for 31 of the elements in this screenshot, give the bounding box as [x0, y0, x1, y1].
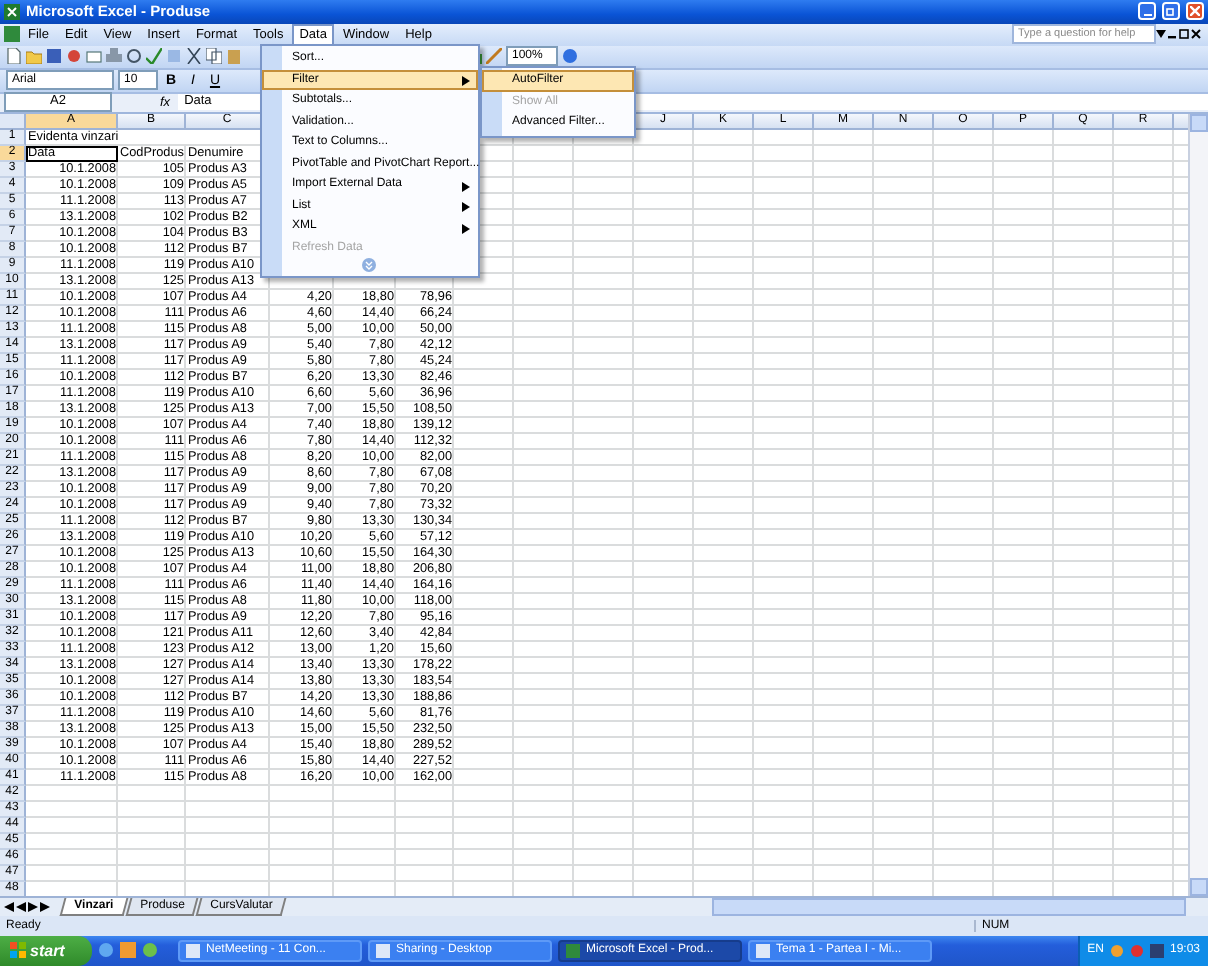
- network-icon[interactable]: [142, 942, 158, 959]
- folder-icon[interactable]: [26, 48, 42, 65]
- close-button[interactable]: [1186, 2, 1204, 21]
- windows-logo-icon: [10, 942, 26, 959]
- workbook-icon[interactable]: [4, 26, 20, 43]
- spelling-icon[interactable]: [146, 48, 162, 65]
- submenu-arrow-icon: [462, 76, 470, 86]
- drawing-icon[interactable]: [486, 48, 502, 65]
- window-icon: [186, 943, 200, 958]
- excel-icon: [4, 3, 20, 20]
- vertical-scrollbar[interactable]: [1188, 113, 1208, 896]
- help-icon[interactable]: [562, 48, 578, 65]
- window-icon: [376, 943, 390, 958]
- window-icon: [566, 943, 580, 958]
- dropdown-icon[interactable]: [1156, 30, 1166, 39]
- start-button[interactable]: start: [0, 935, 92, 966]
- browser-icon[interactable]: [98, 942, 114, 959]
- horizontal-scrollbar[interactable]: [712, 898, 1186, 916]
- minimize-button[interactable]: [1138, 2, 1156, 21]
- new-document-icon[interactable]: [6, 48, 22, 65]
- submenu-arrow-icon: [462, 181, 470, 191]
- window-icon: [756, 943, 770, 958]
- close-icon[interactable]: [1190, 28, 1202, 41]
- restore-button[interactable]: [1162, 2, 1180, 21]
- submenu-arrow-icon: [462, 223, 470, 233]
- save-icon[interactable]: [46, 48, 62, 65]
- cut-icon[interactable]: [186, 48, 202, 65]
- expand-icon[interactable]: [362, 258, 376, 272]
- submenu-arrow-icon: [462, 202, 470, 212]
- close-icon: [1190, 6, 1200, 17]
- copy-icon[interactable]: [206, 48, 222, 65]
